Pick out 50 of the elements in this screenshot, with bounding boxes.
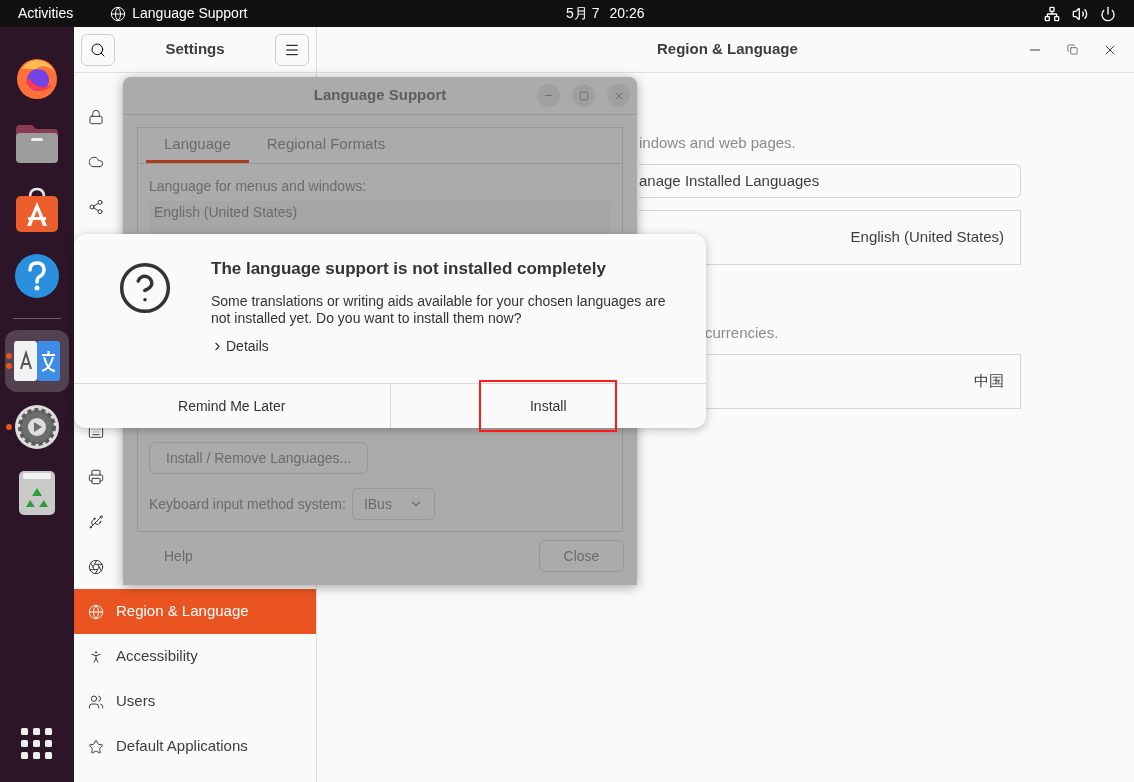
- manage-languages-button[interactable]: anage Installed Languages: [639, 164, 1021, 198]
- network-icon[interactable]: [1044, 5, 1060, 22]
- maximize-icon: [578, 90, 589, 101]
- users-icon: [88, 693, 104, 710]
- share-icon[interactable]: [88, 198, 104, 215]
- formats-row[interactable]: 中国: [706, 354, 1021, 409]
- star-icon: [88, 738, 104, 755]
- window-title: Language Support: [312, 85, 448, 106]
- sidebar-item[interactable]: Region & Language: [74, 589, 316, 634]
- sidebar-item[interactable]: Users: [74, 679, 316, 724]
- globe-icon: [88, 603, 104, 620]
- shopping-bag-icon: [14, 187, 60, 233]
- folder-icon: [14, 123, 60, 165]
- app-menu[interactable]: Language Support: [132, 3, 248, 24]
- formats-value: 中国: [974, 371, 1004, 393]
- question-icon: [117, 260, 173, 316]
- aperture-icon[interactable]: [88, 558, 104, 575]
- sidebar-item[interactable]: Default Applications: [74, 724, 316, 769]
- person-icon: [88, 648, 104, 665]
- translate-icon: [14, 341, 60, 381]
- menu-button[interactable]: [275, 33, 309, 66]
- app-grid-icon[interactable]: [21, 728, 53, 760]
- sidebar-item[interactable]: Accessibility: [74, 634, 316, 679]
- globe-icon: [110, 5, 127, 22]
- search-button[interactable]: [81, 33, 115, 66]
- dialog-message: Some translations or writing aids available for your chosen languages are not installed yet. Do you want to install them now?: [211, 293, 666, 327]
- help-icon: [14, 253, 60, 299]
- search-icon: [90, 41, 106, 58]
- panel-title: Region & Language: [657, 39, 798, 60]
- list-label: Language for menus and windows:: [149, 177, 368, 196]
- lock-icon[interactable]: [88, 108, 104, 125]
- dialog-button[interactable]: Remind Me Later: [74, 384, 391, 428]
- power-icon[interactable]: [1100, 5, 1116, 22]
- printer-icon[interactable]: [88, 468, 104, 485]
- volume-icon[interactable]: [1072, 5, 1088, 22]
- recycle-bin-icon: [18, 470, 56, 516]
- restore-icon[interactable]: [1067, 44, 1078, 55]
- description-text: currencies.: [705, 323, 780, 343]
- sidebar-title: Settings: [165, 39, 225, 60]
- language-value: English (United States): [850, 227, 1004, 248]
- clock[interactable]: 5月 7 20:26: [566, 5, 645, 22]
- dialog-button[interactable]: Install: [390, 384, 706, 428]
- usb-icon[interactable]: [88, 513, 104, 530]
- dock-item[interactable]: [5, 330, 69, 392]
- dialog-title: The language support is not installed completely: [211, 258, 607, 280]
- input-method-label: Keyboard input method system:: [149, 494, 346, 514]
- activities-button[interactable]: Activities: [18, 3, 74, 24]
- details-expander[interactable]: Details: [211, 336, 666, 357]
- description-text: indows and web pages.: [639, 133, 797, 153]
- gear-icon: [14, 404, 60, 450]
